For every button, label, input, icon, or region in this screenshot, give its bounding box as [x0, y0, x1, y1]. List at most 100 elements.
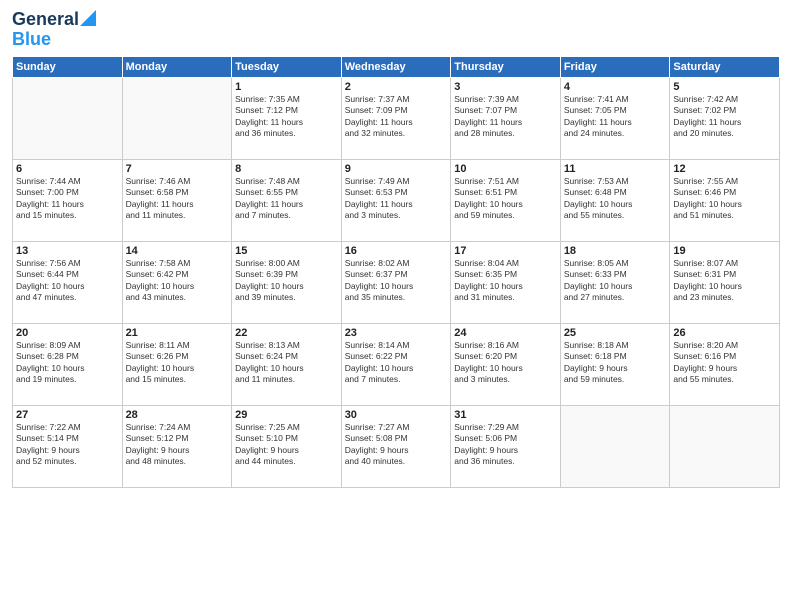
day-detail: Sunrise: 8:13 AM Sunset: 6:24 PM Dayligh… [235, 340, 338, 386]
calendar-cell: 19Sunrise: 8:07 AM Sunset: 6:31 PM Dayli… [670, 241, 780, 323]
calendar-cell: 1Sunrise: 7:35 AM Sunset: 7:12 PM Daylig… [232, 77, 342, 159]
calendar-cell: 10Sunrise: 7:51 AM Sunset: 6:51 PM Dayli… [451, 159, 561, 241]
day-number: 15 [235, 245, 338, 257]
day-detail: Sunrise: 7:49 AM Sunset: 6:53 PM Dayligh… [345, 176, 448, 222]
calendar-table: SundayMondayTuesdayWednesdayThursdayFrid… [12, 56, 780, 488]
calendar-cell: 20Sunrise: 8:09 AM Sunset: 6:28 PM Dayli… [13, 323, 123, 405]
calendar-cell: 9Sunrise: 7:49 AM Sunset: 6:53 PM Daylig… [341, 159, 451, 241]
calendar-cell: 27Sunrise: 7:22 AM Sunset: 5:14 PM Dayli… [13, 405, 123, 487]
day-detail: Sunrise: 8:09 AM Sunset: 6:28 PM Dayligh… [16, 340, 119, 386]
calendar-week-4: 20Sunrise: 8:09 AM Sunset: 6:28 PM Dayli… [13, 323, 780, 405]
day-detail: Sunrise: 7:25 AM Sunset: 5:10 PM Dayligh… [235, 422, 338, 468]
day-number: 20 [16, 327, 119, 339]
calendar-cell [122, 77, 232, 159]
day-number: 4 [564, 81, 667, 93]
calendar-cell: 14Sunrise: 7:58 AM Sunset: 6:42 PM Dayli… [122, 241, 232, 323]
day-detail: Sunrise: 8:20 AM Sunset: 6:16 PM Dayligh… [673, 340, 776, 386]
calendar-cell: 29Sunrise: 7:25 AM Sunset: 5:10 PM Dayli… [232, 405, 342, 487]
calendar-cell: 22Sunrise: 8:13 AM Sunset: 6:24 PM Dayli… [232, 323, 342, 405]
day-detail: Sunrise: 8:16 AM Sunset: 6:20 PM Dayligh… [454, 340, 557, 386]
day-detail: Sunrise: 7:35 AM Sunset: 7:12 PM Dayligh… [235, 94, 338, 140]
calendar-cell: 12Sunrise: 7:55 AM Sunset: 6:46 PM Dayli… [670, 159, 780, 241]
day-number: 27 [16, 409, 119, 421]
calendar-cell: 13Sunrise: 7:56 AM Sunset: 6:44 PM Dayli… [13, 241, 123, 323]
day-number: 18 [564, 245, 667, 257]
calendar-cell: 25Sunrise: 8:18 AM Sunset: 6:18 PM Dayli… [560, 323, 670, 405]
day-number: 23 [345, 327, 448, 339]
logo: General Blue [12, 10, 96, 50]
calendar-cell: 11Sunrise: 7:53 AM Sunset: 6:48 PM Dayli… [560, 159, 670, 241]
day-number: 17 [454, 245, 557, 257]
day-number: 1 [235, 81, 338, 93]
day-number: 28 [126, 409, 229, 421]
day-number: 25 [564, 327, 667, 339]
day-detail: Sunrise: 7:24 AM Sunset: 5:12 PM Dayligh… [126, 422, 229, 468]
day-detail: Sunrise: 7:51 AM Sunset: 6:51 PM Dayligh… [454, 176, 557, 222]
day-number: 6 [16, 163, 119, 175]
day-detail: Sunrise: 8:04 AM Sunset: 6:35 PM Dayligh… [454, 258, 557, 304]
day-detail: Sunrise: 7:44 AM Sunset: 7:00 PM Dayligh… [16, 176, 119, 222]
calendar-week-5: 27Sunrise: 7:22 AM Sunset: 5:14 PM Dayli… [13, 405, 780, 487]
day-number: 7 [126, 163, 229, 175]
weekday-wednesday: Wednesday [341, 56, 451, 77]
day-detail: Sunrise: 7:29 AM Sunset: 5:06 PM Dayligh… [454, 422, 557, 468]
calendar-cell: 23Sunrise: 8:14 AM Sunset: 6:22 PM Dayli… [341, 323, 451, 405]
day-detail: Sunrise: 7:53 AM Sunset: 6:48 PM Dayligh… [564, 176, 667, 222]
day-number: 10 [454, 163, 557, 175]
calendar-cell [560, 405, 670, 487]
day-detail: Sunrise: 7:39 AM Sunset: 7:07 PM Dayligh… [454, 94, 557, 140]
day-number: 8 [235, 163, 338, 175]
logo-general: General [12, 10, 79, 30]
calendar-cell [670, 405, 780, 487]
day-number: 11 [564, 163, 667, 175]
day-detail: Sunrise: 8:11 AM Sunset: 6:26 PM Dayligh… [126, 340, 229, 386]
day-detail: Sunrise: 7:27 AM Sunset: 5:08 PM Dayligh… [345, 422, 448, 468]
weekday-monday: Monday [122, 56, 232, 77]
calendar-cell: 7Sunrise: 7:46 AM Sunset: 6:58 PM Daylig… [122, 159, 232, 241]
day-number: 9 [345, 163, 448, 175]
day-number: 14 [126, 245, 229, 257]
calendar-cell: 17Sunrise: 8:04 AM Sunset: 6:35 PM Dayli… [451, 241, 561, 323]
day-number: 3 [454, 81, 557, 93]
day-detail: Sunrise: 7:46 AM Sunset: 6:58 PM Dayligh… [126, 176, 229, 222]
calendar-cell: 21Sunrise: 8:11 AM Sunset: 6:26 PM Dayli… [122, 323, 232, 405]
header: General Blue [12, 10, 780, 50]
day-detail: Sunrise: 7:37 AM Sunset: 7:09 PM Dayligh… [345, 94, 448, 140]
day-detail: Sunrise: 7:41 AM Sunset: 7:05 PM Dayligh… [564, 94, 667, 140]
day-detail: Sunrise: 7:22 AM Sunset: 5:14 PM Dayligh… [16, 422, 119, 468]
weekday-friday: Friday [560, 56, 670, 77]
day-detail: Sunrise: 7:58 AM Sunset: 6:42 PM Dayligh… [126, 258, 229, 304]
calendar-cell: 3Sunrise: 7:39 AM Sunset: 7:07 PM Daylig… [451, 77, 561, 159]
day-detail: Sunrise: 7:48 AM Sunset: 6:55 PM Dayligh… [235, 176, 338, 222]
day-number: 21 [126, 327, 229, 339]
calendar-cell: 28Sunrise: 7:24 AM Sunset: 5:12 PM Dayli… [122, 405, 232, 487]
calendar-cell: 24Sunrise: 8:16 AM Sunset: 6:20 PM Dayli… [451, 323, 561, 405]
calendar-cell: 15Sunrise: 8:00 AM Sunset: 6:39 PM Dayli… [232, 241, 342, 323]
calendar-cell: 31Sunrise: 7:29 AM Sunset: 5:06 PM Dayli… [451, 405, 561, 487]
calendar-cell [13, 77, 123, 159]
page: General Blue SundayMondayTuesdayWednesda… [0, 0, 792, 612]
day-number: 13 [16, 245, 119, 257]
day-number: 30 [345, 409, 448, 421]
calendar-cell: 4Sunrise: 7:41 AM Sunset: 7:05 PM Daylig… [560, 77, 670, 159]
calendar-cell: 16Sunrise: 8:02 AM Sunset: 6:37 PM Dayli… [341, 241, 451, 323]
day-number: 31 [454, 409, 557, 421]
day-detail: Sunrise: 8:18 AM Sunset: 6:18 PM Dayligh… [564, 340, 667, 386]
calendar-cell: 18Sunrise: 8:05 AM Sunset: 6:33 PM Dayli… [560, 241, 670, 323]
calendar-cell: 6Sunrise: 7:44 AM Sunset: 7:00 PM Daylig… [13, 159, 123, 241]
day-number: 22 [235, 327, 338, 339]
day-number: 29 [235, 409, 338, 421]
calendar-week-3: 13Sunrise: 7:56 AM Sunset: 6:44 PM Dayli… [13, 241, 780, 323]
day-number: 2 [345, 81, 448, 93]
day-detail: Sunrise: 8:05 AM Sunset: 6:33 PM Dayligh… [564, 258, 667, 304]
calendar-cell: 26Sunrise: 8:20 AM Sunset: 6:16 PM Dayli… [670, 323, 780, 405]
weekday-tuesday: Tuesday [232, 56, 342, 77]
day-detail: Sunrise: 8:02 AM Sunset: 6:37 PM Dayligh… [345, 258, 448, 304]
day-number: 16 [345, 245, 448, 257]
weekday-saturday: Saturday [670, 56, 780, 77]
day-number: 12 [673, 163, 776, 175]
calendar-cell: 8Sunrise: 7:48 AM Sunset: 6:55 PM Daylig… [232, 159, 342, 241]
day-detail: Sunrise: 7:42 AM Sunset: 7:02 PM Dayligh… [673, 94, 776, 140]
calendar-body: 1Sunrise: 7:35 AM Sunset: 7:12 PM Daylig… [13, 77, 780, 487]
calendar-cell: 5Sunrise: 7:42 AM Sunset: 7:02 PM Daylig… [670, 77, 780, 159]
